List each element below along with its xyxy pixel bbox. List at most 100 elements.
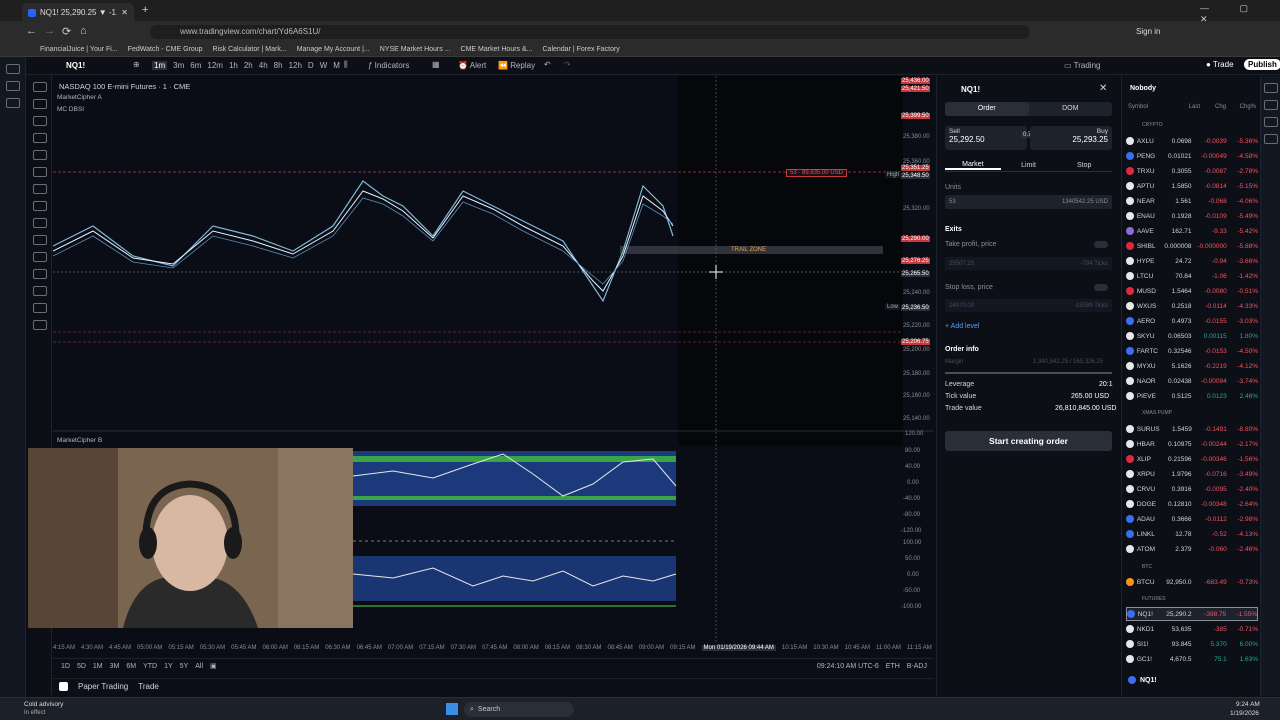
timeframe-12m[interactable]: 12m: [207, 61, 223, 70]
take-profit-label[interactable]: Take profit, price: [945, 241, 996, 248]
section-btc[interactable]: BTC: [1142, 564, 1152, 570]
ruler-tool-icon[interactable]: [32, 218, 47, 228]
watchlist-row[interactable]: NKD1 53,635 -385 -0.71%: [1126, 622, 1258, 636]
range-1y[interactable]: 1Y: [164, 663, 173, 670]
session-toggle[interactable]: ETH: [886, 663, 900, 670]
tab-market[interactable]: Market: [945, 161, 1001, 170]
section-futures[interactable]: FUTURES: [1142, 596, 1166, 602]
price-scale[interactable]: 25,436.00 25,421.50 25,399.50 25,380.00 …: [900, 76, 934, 656]
watchlist-row[interactable]: XLIP 0.21596 -0.00346 -1.56%: [1126, 452, 1258, 466]
trash-tool-icon[interactable]: [32, 320, 47, 330]
add-symbol-icon[interactable]: ⊕: [133, 60, 140, 69]
stop-loss-input[interactable]: 24970.00 -15099 Ticks: [945, 299, 1112, 312]
watchlist-row[interactable]: SKYU 0.06503 0.00115 1.80%: [1126, 329, 1258, 343]
indicators-button[interactable]: ƒ Indicators: [368, 61, 409, 70]
lock-tool-icon[interactable]: [32, 269, 47, 279]
col-chg[interactable]: Chg: [1200, 104, 1226, 110]
sell-button[interactable]: Sell 25,292.50: [945, 126, 1027, 150]
link-tool-icon[interactable]: [32, 303, 47, 313]
watchlist-row[interactable]: ADAU 0.3666 -0.0112 -2.98%: [1126, 512, 1258, 526]
browser-tab[interactable]: NQ1! 25,290.25 ▼ -1.52% Swin ✕: [22, 3, 134, 22]
watchlist-row[interactable]: GC1! 4,670.5 75.1 1.63%: [1126, 652, 1258, 666]
trade-button[interactable]: ● Trade: [1206, 60, 1234, 69]
watchlist-row[interactable]: APTU 1.5850 -0.0814 -5.15%: [1126, 179, 1258, 193]
watchlist-row[interactable]: HYPE 24.72 -0.94 -3.66%: [1126, 254, 1258, 268]
new-tab-icon[interactable]: +: [142, 4, 148, 16]
tab-limit[interactable]: Limit: [1001, 162, 1057, 169]
tab-dom[interactable]: DOM: [1029, 102, 1113, 116]
range-6m[interactable]: 6M: [126, 663, 136, 670]
watchlist-row[interactable]: PIEVE 0.5125 0.0123 2.46%: [1126, 389, 1258, 403]
watchlist-row[interactable]: SURUS 1.5459 -0.1491 -8.80%: [1126, 422, 1258, 436]
section-crypto[interactable]: CRYPTO: [1142, 122, 1163, 128]
fib-tool-icon[interactable]: [32, 116, 47, 126]
take-profit-toggle[interactable]: [1094, 241, 1108, 248]
timeframe-1m[interactable]: 1m: [152, 61, 168, 70]
close-tab-icon[interactable]: ✕: [121, 8, 128, 17]
watchlist-row[interactable]: MYXU 5.1626 -0.2219 -4.12%: [1126, 359, 1258, 373]
watchlist-row[interactable]: BTCU 92,950.0 -683.49 -0.73%: [1126, 575, 1258, 589]
watchlist-row[interactable]: NAOR 0.02438 -0.00094 -3.74%: [1126, 374, 1258, 388]
trendline-tool-icon[interactable]: [32, 99, 47, 109]
timeframe-1h[interactable]: 1h: [229, 61, 238, 70]
watchlist-row[interactable]: PENG 0.01021 -0.00049 -4.58%: [1126, 149, 1258, 163]
replay-button[interactable]: ⏪ Replay: [498, 61, 535, 70]
layouts-icon[interactable]: ▦: [432, 60, 440, 69]
range-3m[interactable]: 3M: [110, 663, 120, 670]
add-level-link[interactable]: + Add level: [945, 323, 979, 330]
calendar-icon[interactable]: [1263, 134, 1278, 144]
candle-type-icon[interactable]: ⫼: [344, 60, 348, 70]
watchlist-icon[interactable]: [1263, 83, 1278, 93]
paper-trading-label[interactable]: Paper Trading: [78, 682, 128, 691]
trade-tab[interactable]: Trade: [138, 682, 159, 691]
stop-loss-label[interactable]: Stop loss, price: [945, 284, 993, 291]
watchlist-row[interactable]: AXLU 0.0698 -0.0039 -5.36%: [1126, 134, 1258, 148]
timeframe-12h[interactable]: 12h: [289, 61, 302, 70]
bookmark-item[interactable]: Manage My Account |...: [297, 46, 370, 53]
brush-tool-icon[interactable]: [32, 167, 47, 177]
col-last[interactable]: Last: [1166, 104, 1200, 110]
watchlist-row[interactable]: HBAR 0.10975 -0.00244 -2.17%: [1126, 437, 1258, 451]
section-xmas[interactable]: XMAS PUMP: [1142, 410, 1172, 416]
crosshair-tool-icon[interactable]: [32, 82, 47, 92]
close-panel-icon[interactable]: ✕: [1099, 83, 1107, 94]
reload-icon[interactable]: ⟳: [62, 25, 71, 38]
alert-button[interactable]: ⏰ Alert: [458, 61, 486, 70]
tab-stop[interactable]: Stop: [1056, 162, 1112, 169]
timeframe-4h[interactable]: 4h: [259, 61, 268, 70]
chart-clock[interactable]: 09:24:10 AM UTC-6: [817, 663, 879, 670]
stop-loss-toggle[interactable]: [1094, 284, 1108, 291]
timeframe-6m[interactable]: 6m: [190, 61, 201, 70]
prediction-tool-icon[interactable]: [32, 150, 47, 160]
undo-icon[interactable]: ↶: [544, 60, 551, 69]
bookmark-item[interactable]: Risk Calculator | Mark...: [213, 46, 287, 53]
publish-button[interactable]: Publish: [1244, 59, 1280, 70]
range-5d[interactable]: 5D: [77, 663, 86, 670]
watchlist-row[interactable]: LINKL 12.78 -0.52 -4.13%: [1126, 527, 1258, 541]
watchlist-row[interactable]: ENAU 0.1928 -0.0109 -5.49%: [1126, 209, 1258, 223]
rail-icon[interactable]: [5, 64, 20, 74]
watchlist-title[interactable]: Nobody: [1130, 85, 1156, 92]
zoom-tool-icon[interactable]: [32, 235, 47, 245]
tab-order[interactable]: Order: [945, 102, 1029, 116]
timeframe-8h[interactable]: 8h: [274, 61, 283, 70]
position-label[interactable]: 53 · 89,835.00 USD: [786, 169, 848, 177]
buy-button[interactable]: Buy 25,293.25: [1030, 126, 1112, 150]
bookmark-item[interactable]: FinancialJuice | Your Fi...: [40, 46, 118, 53]
watchlist-row[interactable]: NEAR 1.561 -0.068 -4.06%: [1126, 194, 1258, 208]
watchlist-row[interactable]: CRVU 0.3916 -0.0095 -2.40%: [1126, 482, 1258, 496]
alerts-icon[interactable]: [1263, 100, 1278, 110]
order-panel-symbol[interactable]: NQ1!: [961, 85, 980, 94]
home-icon[interactable]: ⌂: [80, 25, 87, 37]
weather-title[interactable]: Cold advisory: [24, 701, 63, 708]
bookmark-item[interactable]: Calendar | Forex Factory: [543, 46, 620, 53]
url-field[interactable]: www.tradingview.com/chart/Yd6A6S1U/: [150, 25, 1030, 39]
forward-icon[interactable]: →: [44, 25, 55, 37]
bookmark-item[interactable]: FedWatch - CME Group: [128, 46, 203, 53]
range-ytd[interactable]: YTD: [143, 663, 157, 670]
take-profit-input[interactable]: 25507.25 -794 Ticks: [945, 257, 1112, 270]
eye-tool-icon[interactable]: [32, 286, 47, 296]
start-creating-order-button[interactable]: Start creating order: [945, 431, 1112, 451]
time-axis[interactable]: 4:15 AM 4:30 AM 4:45 AM 05:00 AM 05:15 A…: [53, 643, 933, 653]
icons-tool-icon[interactable]: [32, 201, 47, 211]
